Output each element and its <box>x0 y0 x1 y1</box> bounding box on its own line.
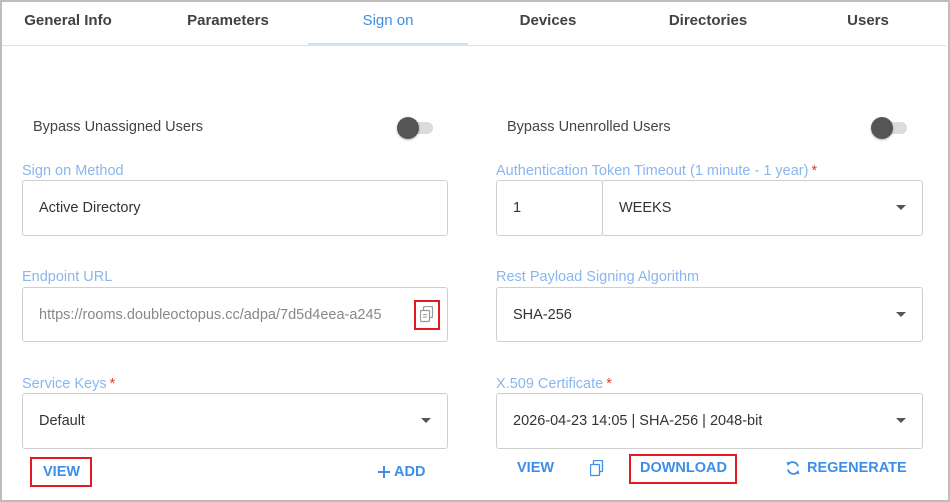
chevron-down-icon <box>896 311 906 317</box>
plus-icon <box>378 466 390 478</box>
tab-devices[interactable]: Devices <box>468 2 628 45</box>
x509-label: X.509 Certificate * <box>496 376 612 392</box>
required-mark: * <box>811 163 818 179</box>
endpoint-url-value: https://rooms.doubleoctopus.cc/adpa/7d5d… <box>39 306 382 323</box>
tab-users[interactable]: Users <box>788 2 948 45</box>
copy-icon[interactable] <box>419 305 434 328</box>
rest-payload-value: SHA-256 <box>513 306 572 323</box>
sign-on-method-label: Sign on Method <box>22 163 124 179</box>
rest-payload-label: Rest Payload Signing Algorithm <box>496 269 700 285</box>
service-keys-label: Service Keys * <box>22 376 116 392</box>
regenerate-certificate-button[interactable]: REGENERATE <box>785 458 907 478</box>
bypass-unassigned-toggle[interactable] <box>397 117 435 139</box>
required-mark: * <box>109 376 116 392</box>
auth-timeout-unit-select[interactable]: WEEKS <box>602 180 923 236</box>
add-service-key-button[interactable]: ADD <box>377 462 425 482</box>
required-mark: * <box>606 376 612 392</box>
tab-general-info[interactable]: General Info <box>0 2 148 45</box>
toggle-knob <box>397 117 419 139</box>
chevron-down-icon <box>896 418 906 423</box>
bypass-unassigned-label: Bypass Unassigned Users <box>33 119 204 135</box>
regenerate-label: REGENERATE <box>807 460 907 476</box>
view-certificate-button[interactable]: VIEW <box>517 458 554 478</box>
view-service-key-button[interactable]: VIEW <box>43 462 80 482</box>
auth-timeout-unit-value: WEEKS <box>619 200 672 216</box>
refresh-icon <box>786 461 800 475</box>
sign-on-method-value: Active Directory <box>39 200 141 216</box>
tab-directories[interactable]: Directories <box>628 2 788 45</box>
x509-select[interactable]: 2026-04-23 14:05 | SHA-256 | 2048-bit <box>496 393 923 449</box>
bypass-unenrolled-toggle[interactable] <box>871 117 909 139</box>
tab-bar: General Info Parameters Sign on Devices … <box>2 2 946 46</box>
sign-on-method-field[interactable]: Active Directory <box>22 180 448 236</box>
auth-timeout-amount-input[interactable]: 1 <box>496 180 603 236</box>
chevron-down-icon <box>421 418 431 423</box>
endpoint-url-label: Endpoint URL <box>22 269 113 285</box>
rest-payload-select[interactable]: SHA-256 <box>496 287 923 342</box>
chevron-down-icon <box>896 205 906 210</box>
download-certificate-button[interactable]: DOWNLOAD <box>640 458 727 478</box>
service-keys-select[interactable]: Default <box>22 393 448 449</box>
add-label: ADD <box>394 464 426 480</box>
tab-sign-on[interactable]: Sign on <box>308 2 468 45</box>
auth-timeout-label: Authentication Token Timeout (1 minute -… <box>496 163 818 179</box>
copy-icon[interactable] <box>589 459 604 482</box>
endpoint-url-field[interactable]: https://rooms.doubleoctopus.cc/adpa/7d5d… <box>22 287 448 342</box>
service-keys-value: Default <box>39 413 85 429</box>
auth-timeout-amount-value: 1 <box>513 200 522 216</box>
x509-value: 2026-04-23 14:05 | SHA-256 | 2048-bit <box>513 413 763 429</box>
toggle-knob <box>871 117 893 139</box>
tab-parameters[interactable]: Parameters <box>148 2 308 45</box>
bypass-unenrolled-label: Bypass Unenrolled Users <box>507 119 671 135</box>
